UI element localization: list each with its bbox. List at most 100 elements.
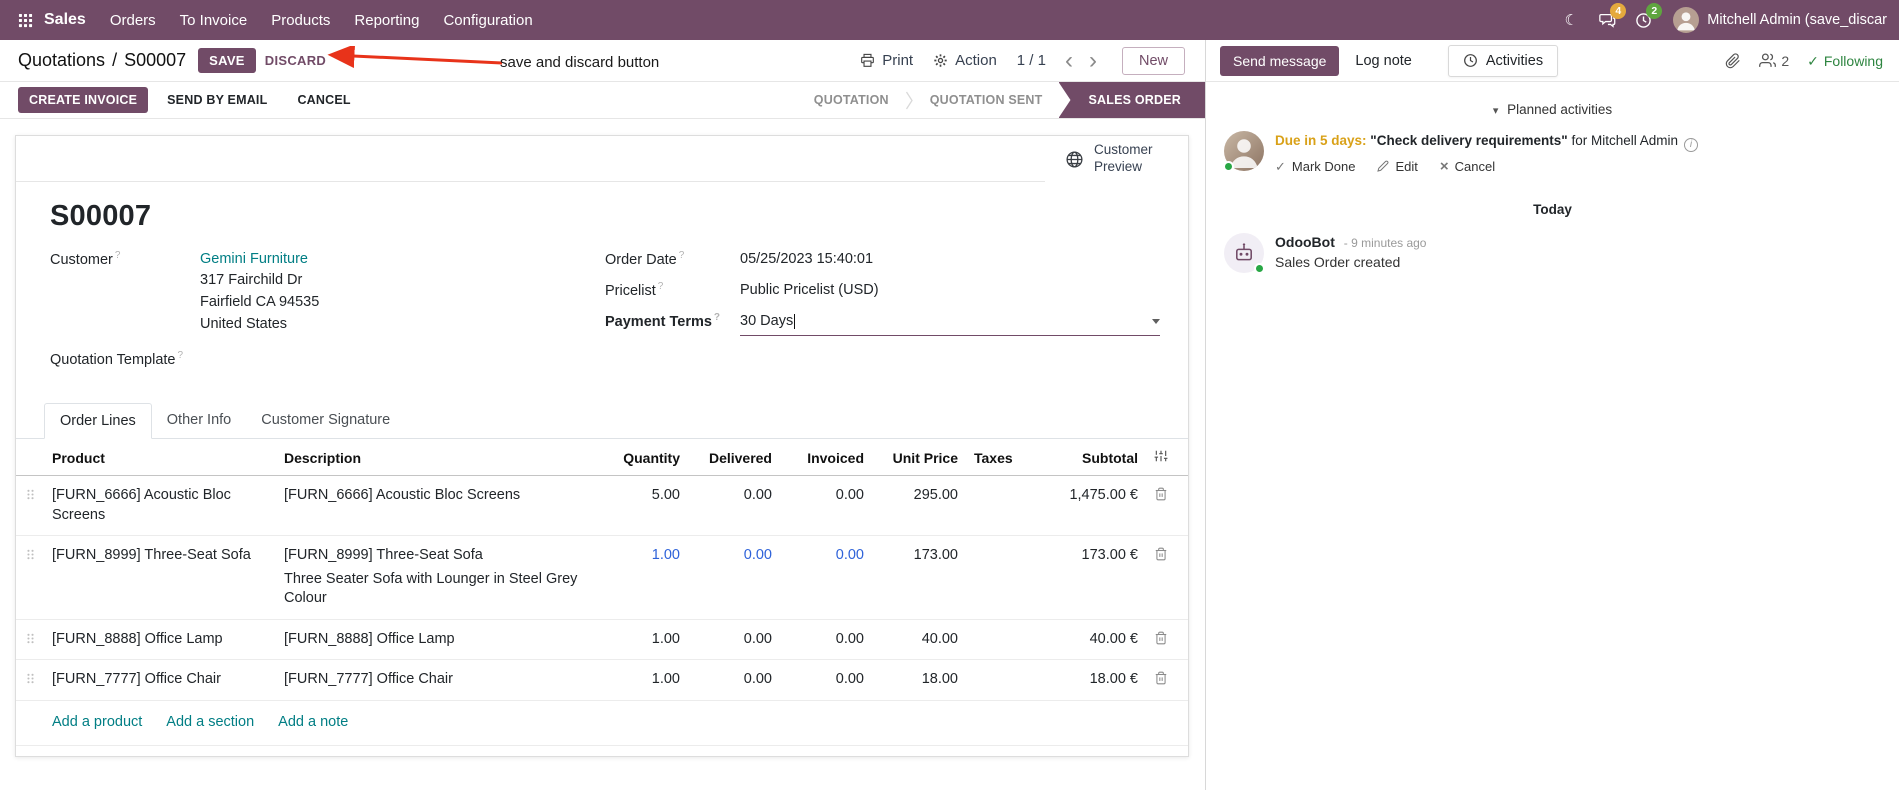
cell-product[interactable]: [FURN_8999] Three-Seat Sofa (44, 535, 276, 620)
drag-handle-icon[interactable] (16, 475, 44, 537)
odoobot-avatar[interactable] (1224, 232, 1265, 273)
col-quantity[interactable]: Quantity (596, 439, 688, 477)
send-message-button[interactable]: Send message (1220, 45, 1340, 76)
cell-unit-price[interactable]: 173.00 (872, 535, 966, 620)
cell-invoiced[interactable]: 0.00 (780, 659, 872, 702)
drag-handle-icon[interactable] (16, 535, 44, 620)
message-author[interactable]: OdooBot (1275, 234, 1335, 250)
tab-order-lines[interactable]: Order Lines (44, 403, 152, 440)
customer-link[interactable]: Gemini Furniture (200, 249, 319, 270)
log-note-button[interactable]: Log note (1343, 46, 1423, 76)
activities-systray[interactable]: 2 (1625, 0, 1663, 40)
drag-handle-icon[interactable] (16, 619, 44, 661)
cell-unit-price[interactable]: 40.00 (872, 619, 966, 661)
dark-mode-toggle[interactable]: ☾ (1553, 0, 1589, 40)
delete-row-button[interactable] (1146, 659, 1188, 702)
optional-columns-button[interactable] (1146, 439, 1188, 477)
attachments-button[interactable] (1725, 52, 1741, 69)
cell-quantity[interactable]: 5.00 (596, 475, 688, 537)
cell-unit-price[interactable]: 18.00 (872, 659, 966, 702)
followers-button[interactable]: 2 (1759, 52, 1789, 69)
breadcrumb-quotations[interactable]: Quotations (18, 50, 105, 71)
table-row[interactable]: [FURN_8888] Office Lamp [FURN_8888] Offi… (16, 619, 1188, 661)
col-taxes[interactable]: Taxes (966, 439, 1034, 477)
app-name[interactable]: Sales (42, 11, 98, 29)
cell-description[interactable]: [FURN_8888] Office Lamp (276, 619, 596, 661)
discard-button[interactable]: DISCARD (256, 48, 335, 73)
cell-taxes[interactable] (966, 659, 1034, 702)
pager-next-icon[interactable]: › (1084, 48, 1102, 72)
menu-to-invoice[interactable]: To Invoice (168, 0, 260, 40)
cell-product[interactable]: [FURN_8888] Office Lamp (44, 619, 276, 661)
pager-previous-icon[interactable]: ‹ (1060, 48, 1078, 72)
cell-delivered[interactable]: 0.00 (688, 619, 780, 661)
tab-customer-signature[interactable]: Customer Signature (246, 403, 405, 439)
cell-taxes[interactable] (966, 619, 1034, 661)
customer-preview-button[interactable]: Customer Preview (1045, 136, 1188, 182)
drag-handle-icon[interactable] (16, 659, 44, 702)
cell-taxes[interactable] (966, 475, 1034, 537)
cell-description[interactable]: [FURN_7777] Office Chair (276, 659, 596, 702)
col-product[interactable]: Product (44, 439, 276, 477)
add-a-note-link[interactable]: Add a note (278, 713, 348, 733)
print-button[interactable]: Print (860, 52, 913, 69)
cell-invoiced[interactable]: 0.00 (780, 475, 872, 537)
following-button[interactable]: ✓ Following (1807, 53, 1883, 69)
cancel-activity-button[interactable]: × Cancel (1440, 159, 1495, 174)
order-date-value[interactable]: 05/25/2023 15:40:01 (740, 249, 873, 271)
state-sales-order[interactable]: SALES ORDER (1058, 82, 1205, 118)
menu-orders[interactable]: Orders (98, 0, 168, 40)
cell-invoiced[interactable]: 0.00 (780, 619, 872, 661)
table-row[interactable]: [FURN_8999] Three-Seat Sofa [FURN_8999] … (16, 535, 1188, 620)
cell-description[interactable]: [FURN_6666] Acoustic Bloc Screens (276, 475, 596, 537)
cancel-button[interactable]: CANCEL (286, 87, 361, 113)
tab-other-info[interactable]: Other Info (152, 403, 246, 439)
action-button[interactable]: Action (933, 52, 997, 69)
info-icon[interactable]: i (1684, 137, 1698, 152)
user-avatar[interactable] (1673, 7, 1700, 33)
mark-done-button[interactable]: ✓ Mark Done (1275, 159, 1355, 174)
col-description[interactable]: Description (276, 439, 596, 477)
cell-invoiced[interactable]: 0.00 (780, 535, 872, 620)
menu-configuration[interactable]: Configuration (431, 0, 544, 40)
col-unit-price[interactable]: Unit Price (872, 439, 966, 477)
table-row[interactable]: [FURN_7777] Office Chair [FURN_7777] Off… (16, 659, 1188, 702)
create-invoice-button[interactable]: CREATE INVOICE (18, 87, 149, 113)
cell-quantity[interactable]: 1.00 (596, 619, 688, 661)
delete-row-button[interactable] (1146, 535, 1188, 620)
state-quotation-sent[interactable]: QUOTATION SENT (914, 82, 1059, 118)
delete-row-button[interactable] (1146, 619, 1188, 661)
activity-avatar[interactable] (1223, 131, 1264, 172)
cell-delivered[interactable]: 0.00 (688, 659, 780, 702)
save-button[interactable]: SAVE (198, 48, 256, 73)
add-a-product-link[interactable]: Add a product (52, 713, 142, 733)
new-button[interactable]: New (1121, 46, 1185, 75)
cell-quantity[interactable]: 1.00 (596, 659, 688, 702)
table-row[interactable]: [FURN_6666] Acoustic Bloc Screens [FURN_… (16, 475, 1188, 537)
menu-products[interactable]: Products (259, 0, 342, 40)
apps-grid-icon[interactable] (8, 0, 42, 40)
cell-unit-price[interactable]: 295.00 (872, 475, 966, 537)
cell-product[interactable]: [FURN_6666] Acoustic Bloc Screens (44, 475, 276, 537)
planned-activities-header[interactable]: ▾ Planned activities (1206, 102, 1899, 117)
col-delivered[interactable]: Delivered (688, 439, 780, 477)
menu-reporting[interactable]: Reporting (342, 0, 431, 40)
dropdown-caret-icon[interactable] (1152, 318, 1160, 324)
edit-activity-button[interactable]: Edit (1377, 159, 1418, 174)
delete-row-button[interactable] (1146, 475, 1188, 537)
cell-quantity[interactable]: 1.00 (596, 535, 688, 620)
user-menu[interactable]: Mitchell Admin (save_discar (1707, 12, 1887, 28)
pricelist-value[interactable]: Public Pricelist (USD) (740, 280, 879, 302)
col-invoiced[interactable]: Invoiced (780, 439, 872, 477)
activities-tab[interactable]: Activities (1447, 44, 1559, 77)
cell-delivered[interactable]: 0.00 (688, 475, 780, 537)
messages-systray[interactable]: 4 (1589, 0, 1627, 40)
cell-description[interactable]: [FURN_8999] Three-Seat Sofa Three Seater … (276, 535, 596, 620)
state-quotation[interactable]: QUOTATION (798, 82, 905, 118)
cell-delivered[interactable]: 0.00 (688, 535, 780, 620)
cell-product[interactable]: [FURN_7777] Office Chair (44, 659, 276, 702)
cell-taxes[interactable] (966, 535, 1034, 620)
col-subtotal[interactable]: Subtotal (1034, 439, 1146, 477)
add-a-section-link[interactable]: Add a section (166, 713, 254, 733)
send-by-email-button[interactable]: SEND BY EMAIL (156, 87, 278, 113)
